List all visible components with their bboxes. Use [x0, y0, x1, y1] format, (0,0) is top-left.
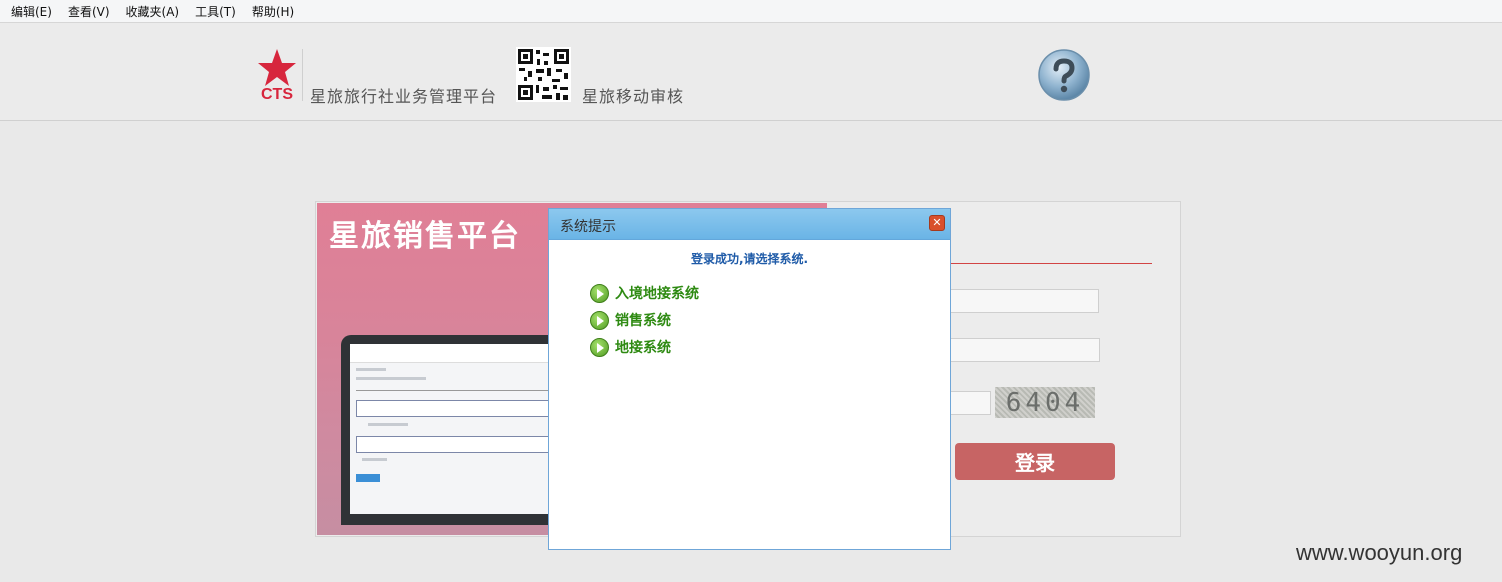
mobile-audit-title: 星旅移动审核 [582, 87, 685, 106]
system-label[interactable]: 地接系统 [615, 337, 671, 357]
dialog-title-bar[interactable]: 系统提示 ✕ [549, 209, 950, 240]
watermark: www.wooyun.org [1296, 540, 1463, 565]
close-icon[interactable]: ✕ [929, 215, 945, 231]
form-divider [948, 263, 1152, 264]
laptop-screen [350, 344, 572, 514]
cts-logo: CTS [256, 47, 298, 103]
play-icon [590, 310, 609, 330]
play-icon [590, 283, 609, 303]
captcha-image[interactable]: 6404 [995, 387, 1095, 418]
system-link-ground[interactable]: 地接系统 [590, 337, 671, 357]
menu-view[interactable]: 查看(V) [68, 3, 110, 20]
system-link-sales[interactable]: 销售系统 [590, 310, 671, 330]
login-button[interactable]: 登录 [955, 443, 1115, 480]
menu-edit[interactable]: 编辑(E) [11, 3, 52, 20]
promo-title: 星旅销售平台 [329, 219, 521, 254]
play-icon [590, 337, 609, 357]
qr-code-icon [516, 47, 571, 102]
system-prompt-dialog: 系统提示 ✕ 登录成功,请选择系统. 入境地接系统 销售系统 地接系统 [548, 208, 951, 550]
menu-help[interactable]: 帮助(H) [252, 3, 294, 20]
menu-favorites[interactable]: 收藏夹(A) [126, 3, 180, 20]
login-success-message: 登录成功,请选择系统. [690, 252, 809, 266]
laptop-illustration [341, 335, 581, 525]
help-icon[interactable] [1037, 48, 1091, 102]
menu-tools[interactable]: 工具(T) [195, 3, 236, 20]
site-title: 星旅旅行社业务管理平台 [310, 87, 498, 106]
site-header: CTS 星旅旅行社业务管理平台 星旅移动审核 [0, 23, 1502, 121]
system-label[interactable]: 销售系统 [615, 310, 671, 330]
logo-text: CTS [261, 86, 293, 103]
menu-bar: 编辑(E) 查看(V) 收藏夹(A) 工具(T) 帮助(H) [0, 0, 1502, 23]
dialog-title: 系统提示 [560, 219, 616, 235]
logo-divider [302, 49, 303, 101]
system-link-inbound[interactable]: 入境地接系统 [590, 283, 699, 303]
system-label[interactable]: 入境地接系统 [615, 283, 699, 303]
